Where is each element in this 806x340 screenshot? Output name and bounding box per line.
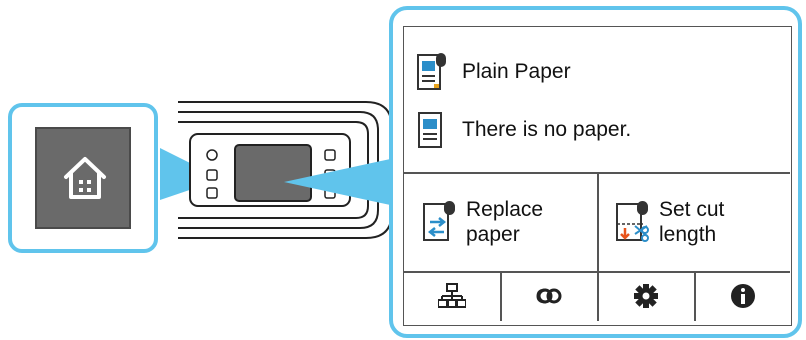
replace-label-line2: paper [466, 223, 520, 246]
cut-label-line1: Set cut [659, 198, 725, 221]
network-button[interactable] [404, 273, 500, 319]
link-button[interactable] [501, 273, 597, 319]
settings-gear-icon [634, 284, 658, 308]
home-icon [64, 157, 106, 199]
network-icon [438, 283, 466, 308]
replace-paper-icon [423, 201, 455, 241]
info-icon [731, 284, 755, 308]
set-cut-length-button[interactable]: Set cut length [599, 173, 790, 271]
operation-panel-illustration [160, 101, 395, 239]
settings-button[interactable] [598, 273, 694, 319]
roll-paper-icon [417, 53, 446, 90]
media-type-row[interactable]: Plain Paper [414, 51, 571, 93]
cut-label-line2: length [659, 223, 717, 246]
screen-callout: Plain Paper There is no paper. Replace p… [389, 6, 802, 338]
cut-length-icon [616, 201, 649, 242]
media-type-label: Plain Paper [462, 60, 571, 83]
paper-status-message: There is no paper. [462, 118, 632, 141]
home-button[interactable] [35, 127, 131, 229]
home-button-callout [8, 103, 158, 253]
replace-label-line1: Replace [466, 198, 544, 221]
replace-paper-button[interactable]: Replace paper [404, 173, 597, 271]
touch-screen: Plain Paper There is no paper. Replace p… [403, 26, 792, 326]
info-button[interactable] [695, 273, 791, 319]
link-icon [536, 288, 562, 304]
sheet-paper-icon [418, 112, 442, 148]
paper-status-row: There is no paper. [414, 109, 631, 151]
